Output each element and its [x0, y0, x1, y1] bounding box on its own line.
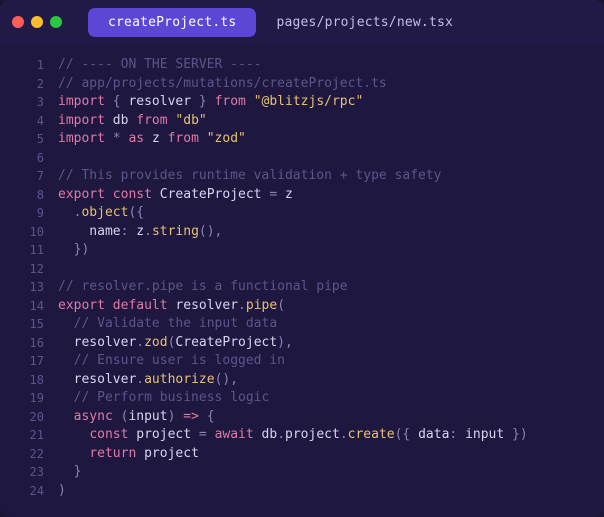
- line-number: 20: [0, 408, 44, 427]
- traffic-lights: [12, 16, 62, 28]
- line-number: 18: [0, 371, 44, 390]
- code-line[interactable]: return project: [58, 445, 604, 464]
- code-line[interactable]: // Ensure user is logged in: [58, 352, 604, 371]
- tab-inactive[interactable]: pages/projects/new.tsx: [256, 8, 473, 37]
- titlebar: createProject.ts pages/projects/new.tsx: [0, 0, 604, 44]
- tab-bar: createProject.ts pages/projects/new.tsx: [88, 8, 473, 37]
- line-number: 6: [0, 149, 44, 168]
- line-number: 10: [0, 223, 44, 242]
- code-line[interactable]: // app/projects/mutations/createProject.…: [58, 75, 604, 94]
- line-number: 7: [0, 167, 44, 186]
- code-line[interactable]: import * as z from "zod": [58, 130, 604, 149]
- editor-area[interactable]: 123456789101112131415161718192021222324 …: [0, 44, 604, 517]
- code-line[interactable]: import db from "db": [58, 112, 604, 131]
- line-number: 19: [0, 389, 44, 408]
- code-line[interactable]: [58, 260, 604, 279]
- line-number-gutter: 123456789101112131415161718192021222324: [0, 56, 58, 517]
- code-line[interactable]: // resolver.pipe is a functional pipe: [58, 278, 604, 297]
- line-number: 24: [0, 482, 44, 501]
- code-line[interactable]: const project = await db.project.create(…: [58, 426, 604, 445]
- code-line[interactable]: name: z.string(),: [58, 223, 604, 242]
- code-line[interactable]: export const CreateProject = z: [58, 186, 604, 205]
- code-line[interactable]: [58, 149, 604, 168]
- line-number: 22: [0, 445, 44, 464]
- maximize-icon[interactable]: [50, 16, 62, 28]
- code-line[interactable]: }: [58, 463, 604, 482]
- code-line[interactable]: }): [58, 241, 604, 260]
- tab-active[interactable]: createProject.ts: [88, 8, 256, 37]
- line-number: 16: [0, 334, 44, 353]
- editor-window: createProject.ts pages/projects/new.tsx …: [0, 0, 604, 517]
- line-number: 21: [0, 426, 44, 445]
- code-line[interactable]: ): [58, 482, 604, 501]
- code-line[interactable]: export default resolver.pipe(: [58, 297, 604, 316]
- line-number: 14: [0, 297, 44, 316]
- line-number: 5: [0, 130, 44, 149]
- code-line[interactable]: import { resolver } from "@blitzjs/rpc": [58, 93, 604, 112]
- minimize-icon[interactable]: [31, 16, 43, 28]
- code-line[interactable]: // This provides runtime validation + ty…: [58, 167, 604, 186]
- line-number: 8: [0, 186, 44, 205]
- code-line[interactable]: // ---- ON THE SERVER ----: [58, 56, 604, 75]
- close-icon[interactable]: [12, 16, 24, 28]
- line-number: 23: [0, 463, 44, 482]
- line-number: 1: [0, 56, 44, 75]
- line-number: 11: [0, 241, 44, 260]
- code-line[interactable]: resolver.authorize(),: [58, 371, 604, 390]
- line-number: 13: [0, 278, 44, 297]
- line-number: 15: [0, 315, 44, 334]
- code-line[interactable]: async (input) => {: [58, 408, 604, 427]
- code-content[interactable]: // ---- ON THE SERVER ----// app/project…: [58, 56, 604, 517]
- line-number: 3: [0, 93, 44, 112]
- line-number: 17: [0, 352, 44, 371]
- code-line[interactable]: resolver.zod(CreateProject),: [58, 334, 604, 353]
- code-line[interactable]: .object({: [58, 204, 604, 223]
- code-line[interactable]: // Validate the input data: [58, 315, 604, 334]
- line-number: 2: [0, 75, 44, 94]
- line-number: 12: [0, 260, 44, 279]
- line-number: 4: [0, 112, 44, 131]
- line-number: 9: [0, 204, 44, 223]
- code-line[interactable]: // Perform business logic: [58, 389, 604, 408]
